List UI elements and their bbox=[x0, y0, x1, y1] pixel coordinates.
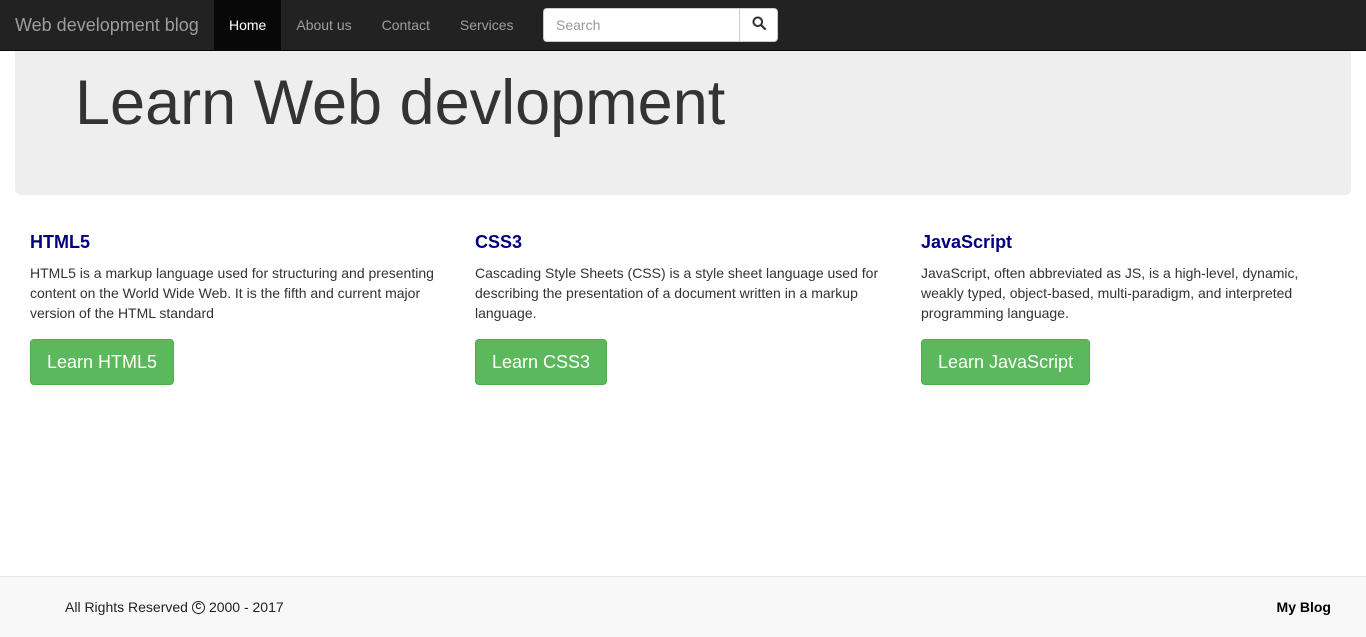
column-heading: CSS3 bbox=[475, 232, 523, 252]
copyright-years: 2000 - 2017 bbox=[208, 599, 284, 615]
learn-html5-button[interactable]: Learn HTML5 bbox=[30, 339, 175, 385]
column-text: HTML5 is a markup language used for stru… bbox=[30, 265, 434, 321]
search-button[interactable] bbox=[739, 8, 778, 42]
copyright-icon: C bbox=[191, 600, 205, 614]
learn-javascript-button[interactable]: Learn JavaScript bbox=[921, 339, 1091, 385]
nav-menu: Home About us Contact Services bbox=[214, 0, 529, 50]
learn-css3-button[interactable]: Learn CSS3 bbox=[475, 339, 608, 385]
nav-item-about-us[interactable]: About us bbox=[281, 0, 366, 50]
copyright-prefix: All Rights Reserved bbox=[65, 599, 188, 615]
column-heading: JavaScript bbox=[921, 232, 1013, 252]
column-javascript: JavaScript JavaScript, often abbreviated… bbox=[921, 232, 1336, 385]
search-input[interactable] bbox=[543, 8, 739, 42]
navbar-brand[interactable]: Web development blog bbox=[15, 0, 199, 50]
copyright: All Rights Reserved C 2000 - 2017 bbox=[65, 599, 284, 615]
search-form bbox=[543, 8, 778, 42]
footer-brand[interactable]: My Blog bbox=[1277, 599, 1331, 615]
column-text: Cascading Style Sheets (CSS) is a style … bbox=[475, 265, 879, 321]
column-html5: HTML5 HTML5 is a markup language used fo… bbox=[30, 232, 445, 385]
nav-item-contact[interactable]: Contact bbox=[367, 0, 445, 50]
page-title: Learn Web devlopment bbox=[75, 68, 726, 138]
search-icon bbox=[752, 16, 766, 35]
column-heading: HTML5 bbox=[30, 232, 90, 252]
nav-item-home[interactable]: Home bbox=[214, 0, 282, 50]
navbar: Web development blog Home About us Conta… bbox=[0, 0, 1366, 51]
nav-item-services[interactable]: Services bbox=[445, 0, 529, 50]
column-text: JavaScript, often abbreviated as JS, is … bbox=[921, 265, 1299, 321]
column-css3: CSS3 Cascading Style Sheets (CSS) is a s… bbox=[475, 232, 890, 385]
footer: All Rights Reserved C 2000 - 2017 My Blo… bbox=[0, 576, 1366, 637]
jumbotron: Learn Web devlopment bbox=[15, 51, 1351, 195]
